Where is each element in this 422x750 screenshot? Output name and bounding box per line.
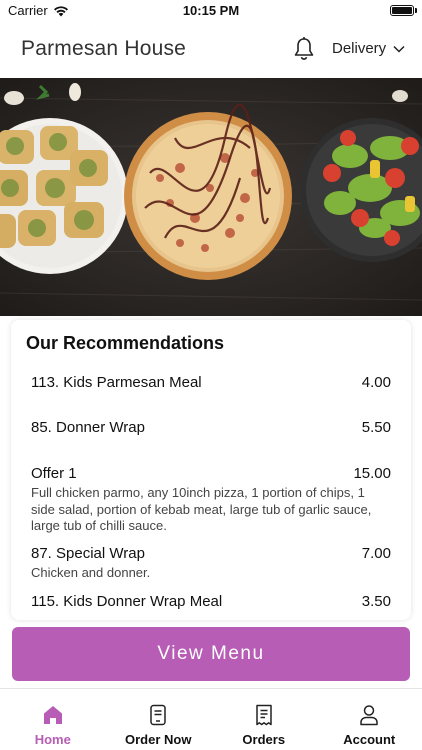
bottom-tab-bar: Home Order Now Orders Account	[0, 688, 422, 750]
chevron-down-icon	[393, 45, 405, 53]
tab-order-now[interactable]: Order Now	[106, 689, 212, 750]
recommendations-title: Our Recommendations	[26, 333, 225, 353]
order-icon	[150, 704, 166, 726]
delivery-mode-select[interactable]: Delivery	[332, 40, 405, 57]
recommendation-item[interactable]: Offer 1 15.00 Full chicken parmo, any 10…	[31, 465, 391, 535]
item-price: 4.00	[361, 374, 391, 391]
item-name: 113. Kids Parmesan Meal	[31, 374, 202, 391]
recommendation-item[interactable]: 87. Special Wrap 7.00 Chicken and donner…	[31, 545, 391, 582]
tab-label: Order Now	[125, 732, 192, 747]
status-bar: Carrier 10:15 PM	[0, 0, 422, 22]
tab-home[interactable]: Home	[0, 689, 106, 750]
delivery-mode-label: Delivery	[332, 40, 387, 57]
recommendation-item[interactable]: 85. Donner Wrap 5.50	[31, 419, 391, 436]
recommendations-card: Our Recommendations 113. Kids Parmesan M…	[11, 320, 411, 620]
status-time: 10:15 PM	[182, 3, 240, 18]
bell-icon[interactable]	[292, 36, 316, 62]
item-price: 3.50	[361, 593, 391, 610]
tab-account[interactable]: Account	[317, 689, 422, 750]
account-icon	[360, 705, 378, 726]
item-price: 7.00	[361, 545, 391, 562]
tab-label: Account	[343, 732, 396, 747]
recommendation-item[interactable]: 115. Kids Donner Wrap Meal 3.50	[31, 593, 391, 610]
item-name: 85. Donner Wrap	[31, 419, 145, 436]
home-icon	[43, 706, 62, 724]
item-description: Chicken and donner.	[31, 565, 151, 580]
battery-icon	[390, 5, 414, 16]
receipt-icon	[256, 704, 272, 726]
tab-label: Home	[34, 732, 71, 747]
app-header: Parmesan House Delivery	[0, 22, 422, 78]
tab-label: Orders	[242, 732, 286, 747]
hero-food-image	[0, 78, 422, 316]
recommendation-item[interactable]: 113. Kids Parmesan Meal 4.00	[31, 374, 391, 391]
restaurant-title: Parmesan House	[21, 37, 187, 60]
item-name: Offer 1	[31, 465, 77, 482]
view-menu-button[interactable]: View Menu	[12, 627, 410, 681]
food-illustration	[0, 83, 422, 301]
item-price: 5.50	[361, 419, 391, 436]
item-name: 115. Kids Donner Wrap Meal	[31, 593, 223, 610]
item-price: 15.00	[353, 465, 391, 482]
item-name: 87. Special Wrap	[31, 545, 145, 562]
item-description: Full chicken parmo, any 10inch pizza, 1 …	[31, 485, 372, 533]
tab-orders[interactable]: Orders	[211, 689, 317, 750]
